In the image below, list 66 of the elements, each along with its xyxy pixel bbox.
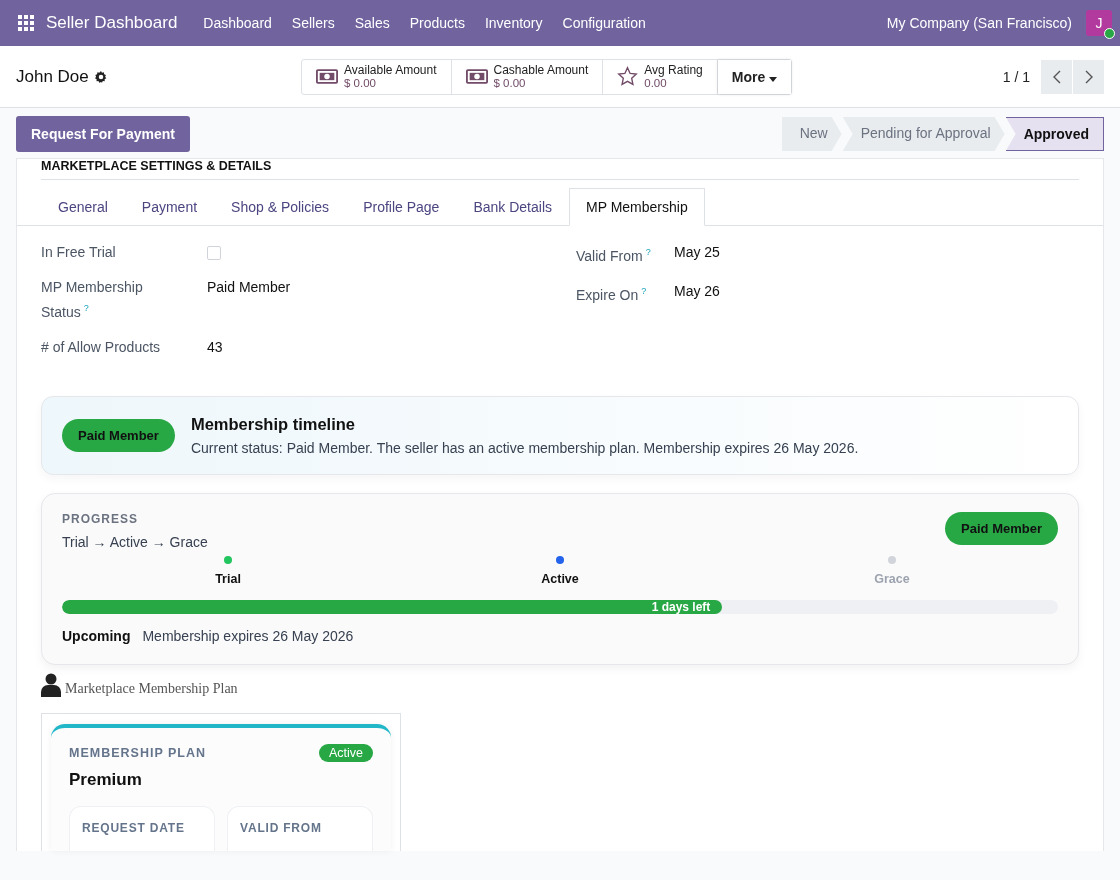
previous-button[interactable] — [1041, 59, 1072, 94]
menu-item[interactable]: Dashboard — [193, 15, 282, 31]
status-badge: Paid Member — [945, 511, 1058, 545]
online-status-icon — [1104, 28, 1115, 39]
stat-button[interactable]: Cashable Amount $ 0.00 — [451, 59, 604, 94]
menu-item[interactable]: Sales — [344, 15, 400, 31]
timeline-text: Current status: Paid Member. The seller has an active membership plan. Membership expires 26 May 2026. — [190, 439, 859, 456]
tab[interactable]: MP Membership — [569, 188, 705, 226]
progress-heading: PROGRESS — [62, 511, 139, 526]
plan-heading: MEMBERSHIP PLAN — [69, 745, 206, 760]
app-grid-icon[interactable] — [18, 15, 34, 31]
banknote-icon — [316, 69, 338, 84]
tab[interactable]: Shop & Policies — [214, 188, 347, 226]
settings-icon[interactable] — [94, 70, 107, 83]
step-label: Trial — [215, 571, 241, 586]
field-value: May 26 — [674, 281, 720, 301]
field-label: # of Allow Products — [41, 337, 162, 357]
star-icon — [617, 66, 639, 87]
app-name[interactable]: Seller Dashboard — [46, 13, 178, 33]
field-label: Valid From $^{?}$ — [576, 246, 652, 266]
plan-name: Premium — [69, 769, 143, 790]
chevron-left-icon — [1052, 69, 1061, 84]
plan-section-title: Marketplace Membership Plan — [65, 680, 238, 697]
request-payment-button[interactable]: Request For Payment — [16, 116, 190, 152]
menu-item[interactable]: Inventory — [474, 15, 553, 31]
next-button[interactable] — [1073, 59, 1104, 94]
more-button[interactable]: More — [717, 59, 792, 94]
timeline-title: Membership timeline — [190, 414, 357, 434]
status-badge: Active — [318, 743, 373, 762]
tab[interactable]: Payment — [124, 188, 215, 226]
section-title: MARKETPLACE SETTINGS & DETAILS — [41, 159, 1079, 180]
user-icon — [41, 672, 61, 697]
menu-item[interactable]: Sellers — [281, 15, 345, 31]
field-value: 43 — [207, 337, 223, 357]
stat-button[interactable]: Avg Rating 0.00 — [603, 59, 718, 94]
step-label: Active — [541, 571, 579, 586]
tab[interactable]: Profile Page — [346, 188, 457, 226]
banknote-icon — [465, 69, 488, 84]
tab[interactable]: Bank Details — [456, 188, 569, 226]
menu-item[interactable]: Products — [399, 15, 475, 31]
date-label: VALID FROM — [240, 820, 322, 835]
status-badge: Paid Member — [62, 418, 175, 452]
field-label: MP Membership Status $^{?}$ — [41, 278, 144, 322]
tab[interactable]: General — [41, 188, 125, 226]
record-name: John Doe — [16, 66, 89, 87]
field-label: In Free Trial — [41, 243, 117, 262]
status-stage[interactable]: Pending for Approval — [842, 117, 1005, 151]
menu-item[interactable]: Configuration — [552, 15, 656, 31]
field-value: Paid Member — [207, 278, 291, 297]
field-label: Expire On $^{?}$ — [576, 284, 648, 305]
upcoming-label: Upcoming — [62, 627, 131, 644]
field-value: May 25 — [674, 243, 720, 262]
upcoming-text: Membership expires 26 May 2026 — [142, 627, 354, 644]
status-stage[interactable]: New — [781, 117, 842, 151]
stat-button[interactable]: Available Amount $ 0.00 — [302, 59, 452, 94]
date-label: REQUEST DATE — [82, 820, 185, 835]
status-stage[interactable]: Approved — [1005, 117, 1104, 151]
step-label: Grace — [874, 571, 910, 586]
progress-fill: 1 days left — [62, 599, 723, 614]
caret-icon — [769, 76, 778, 82]
company-switcher[interactable]: My Company (San Francisco) — [876, 15, 1082, 31]
user-avatar[interactable]: J — [1086, 10, 1112, 36]
checkbox[interactable] — [207, 246, 221, 260]
progress-path: Trial → Active → Grace — [62, 533, 208, 550]
chevron-right-icon — [1084, 69, 1093, 84]
pager-counter: 1 / 1 — [1002, 68, 1030, 85]
